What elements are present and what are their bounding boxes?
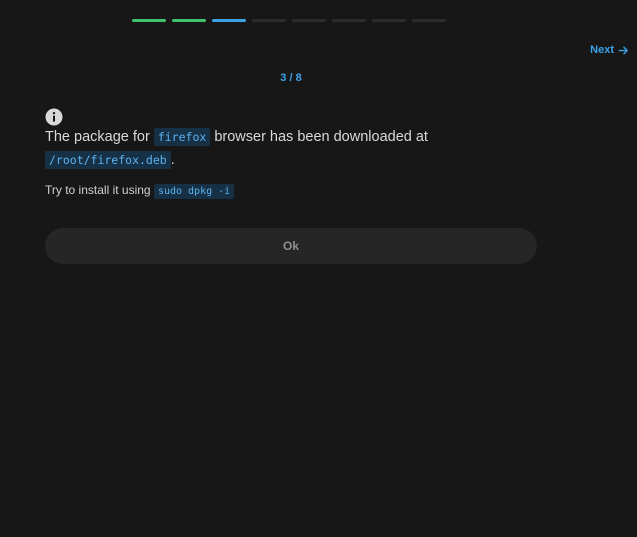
tutorial-dialog: Next 3 / 8 The package for firefox brows… xyxy=(0,0,637,537)
install-command-code: sudo dpkg -i xyxy=(153,184,235,199)
arrow-right-icon xyxy=(618,46,628,54)
download-path-code: /root/firefox.deb xyxy=(45,151,171,169)
message-middle: browser has been downloaded at xyxy=(210,129,428,145)
progress-segment xyxy=(292,19,326,22)
message-prefix: The package for xyxy=(45,129,154,145)
next-button[interactable]: Next xyxy=(590,44,629,56)
step-progress-bar xyxy=(132,19,446,22)
message-text: The package for firefox browser has been… xyxy=(45,126,525,172)
hint-text: Try to install it using xyxy=(45,183,154,197)
message-suffix: . xyxy=(170,152,175,168)
install-hint: Try to install it using sudo dpkg -i xyxy=(45,181,235,201)
progress-segment xyxy=(172,19,206,22)
next-button-label: Next xyxy=(590,44,614,56)
progress-segment xyxy=(412,19,446,22)
info-icon xyxy=(45,108,63,126)
step-counter: 3 / 8 xyxy=(280,72,302,84)
ok-button[interactable]: Ok xyxy=(45,228,537,264)
progress-segment-current xyxy=(212,19,246,22)
progress-segment xyxy=(372,19,406,22)
progress-segment xyxy=(252,19,286,22)
progress-segment xyxy=(332,19,366,22)
progress-segment xyxy=(132,19,166,22)
package-name-code: firefox xyxy=(153,128,211,146)
